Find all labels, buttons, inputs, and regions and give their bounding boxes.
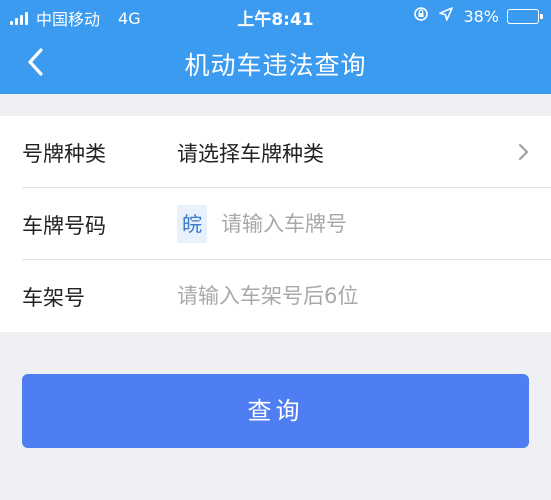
location-icon bbox=[439, 7, 454, 25]
nav-bar: 机动车违法查询 bbox=[0, 32, 551, 94]
plate-number-input[interactable] bbox=[221, 208, 521, 240]
chevron-right-icon bbox=[519, 144, 528, 160]
top-bar: 中国移动 4G 上午8:41 38% 机动车违法查询 bbox=[0, 0, 551, 94]
status-bar: 中国移动 4G 上午8:41 38% bbox=[0, 0, 551, 32]
plate-type-row[interactable]: 号牌种类 请选择车牌种类 bbox=[0, 116, 551, 188]
query-form: 号牌种类 请选择车牌种类 车牌号码 皖 车架号 bbox=[0, 116, 551, 332]
orientation-lock-icon bbox=[413, 6, 429, 26]
page-title: 机动车违法查询 bbox=[184, 51, 367, 80]
vin-label: 车架号 bbox=[22, 286, 85, 310]
battery-percent: 38% bbox=[463, 6, 499, 26]
status-right: 38% bbox=[413, 6, 543, 26]
vin-row: 车架号 bbox=[0, 260, 551, 332]
plate-number-label: 车牌号码 bbox=[22, 214, 106, 238]
battery-icon bbox=[507, 8, 543, 24]
plate-type-label: 号牌种类 bbox=[22, 142, 106, 166]
plate-number-row: 车牌号码 皖 bbox=[0, 188, 551, 260]
plate-type-value: 请选择车牌种类 bbox=[177, 142, 324, 166]
query-button[interactable]: 查询 bbox=[22, 374, 529, 448]
province-selector[interactable]: 皖 bbox=[177, 205, 207, 243]
vin-input[interactable] bbox=[177, 280, 527, 312]
